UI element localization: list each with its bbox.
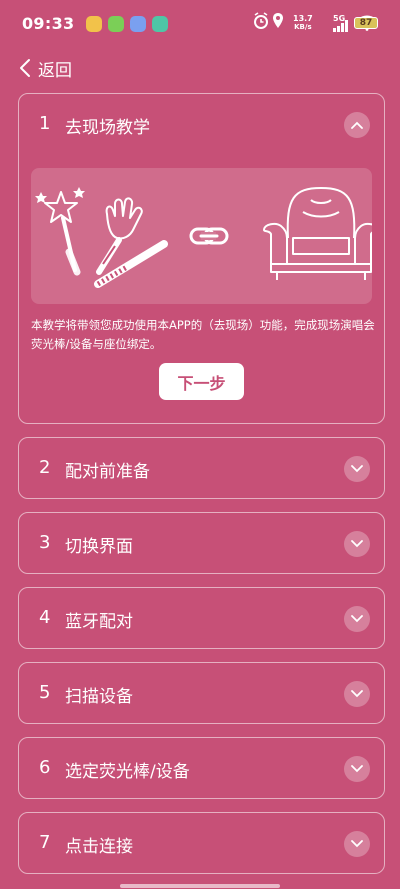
chevron-left-icon: [20, 59, 30, 77]
alarm-icon: [254, 12, 268, 29]
step-header-1[interactable]: 1 去现场教学: [19, 94, 384, 154]
status-right: 13.7 KB/s 5G 87: [253, 12, 393, 34]
step-card-3[interactable]: 3 切换界面: [18, 512, 385, 574]
signal-icon: [333, 20, 348, 32]
glow-stick-icon: [94, 240, 168, 288]
chevron-down-icon[interactable]: [344, 756, 370, 782]
header: 返回: [0, 52, 400, 86]
step-header-3[interactable]: 3 切换界面: [19, 513, 384, 573]
step-title: 切换界面: [65, 537, 133, 557]
step-card-7[interactable]: 7 点击连接: [18, 812, 385, 874]
chevron-down-icon[interactable]: [344, 456, 370, 482]
network-speed: 13.7 KB/s: [293, 14, 313, 32]
magic-wand-icon: [35, 187, 85, 276]
chevron-down-icon[interactable]: [344, 531, 370, 557]
step-title: 蓝牙配对: [65, 612, 133, 632]
step-header-7[interactable]: 7 点击连接: [19, 813, 384, 873]
step-card-4[interactable]: 4 蓝牙配对: [18, 587, 385, 649]
location-icon: [273, 13, 283, 28]
status-time: 09:33: [22, 14, 75, 33]
step-number: 3: [39, 532, 51, 553]
step-title: 点击连接: [65, 837, 133, 857]
step-title: 选定荧光棒/设备: [65, 762, 190, 782]
step-number: 1: [39, 113, 51, 134]
step-title: 去现场教学: [65, 118, 150, 138]
tutorial-illustration: [31, 168, 379, 304]
step-number: 2: [39, 457, 51, 478]
back-label: 返回: [38, 60, 72, 81]
battery-indicator: 87: [354, 17, 378, 29]
status-bar: 09:33 13.7 KB/s 5G 87: [0, 0, 400, 44]
app-icon-3: [130, 16, 146, 32]
next-step-button[interactable]: 下一步: [159, 363, 244, 400]
step-number: 4: [39, 607, 51, 628]
step-header-5[interactable]: 5 扫描设备: [19, 663, 384, 723]
home-indicator[interactable]: [120, 884, 280, 888]
step-card-5[interactable]: 5 扫描设备: [18, 662, 385, 724]
step-header-4[interactable]: 4 蓝牙配对: [19, 588, 384, 648]
network-speed-unit: KB/s: [294, 23, 312, 31]
link-icon: [189, 227, 229, 245]
step-header-2[interactable]: 2 配对前准备: [19, 438, 384, 498]
chevron-up-icon[interactable]: [344, 112, 370, 138]
chevron-down-icon[interactable]: [344, 606, 370, 632]
step-title: 配对前准备: [65, 462, 150, 482]
back-button[interactable]: 返回: [18, 52, 72, 84]
step-description: 本教学将带领您成功使用本APP的（去现场）功能，完成现场演唱会荧光棒/设备与座位…: [31, 318, 375, 351]
step-title: 扫描设备: [65, 687, 133, 707]
step-number: 5: [39, 682, 51, 703]
app-icon-4: [152, 16, 168, 32]
seat-chair-icon: [263, 187, 379, 280]
step-number: 6: [39, 757, 51, 778]
step-card-2[interactable]: 2 配对前准备: [18, 437, 385, 499]
step-card-6[interactable]: 6 选定荧光棒/设备: [18, 737, 385, 799]
app-icon-1: [86, 16, 102, 32]
network-speed-value: 13.7: [293, 14, 313, 23]
app-icon-2: [108, 16, 124, 32]
step-number: 7: [39, 832, 51, 853]
step-card-1: 1 去现场教学 本教学将带领您成功使用本APP的（去现场）功能，完成现场演唱会荧…: [18, 93, 385, 424]
chevron-down-icon[interactable]: [344, 681, 370, 707]
step-header-6[interactable]: 6 选定荧光棒/设备: [19, 738, 384, 798]
chevron-down-icon[interactable]: [344, 831, 370, 857]
